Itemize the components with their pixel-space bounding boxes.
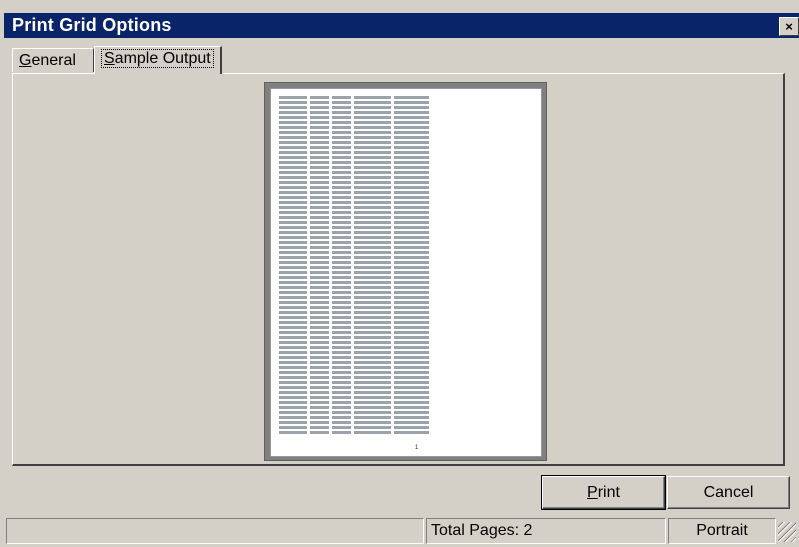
orientation-status: Portrait (668, 518, 776, 544)
preview-row-line (279, 191, 429, 194)
preview-row-line (279, 356, 429, 359)
preview-row-line (279, 416, 429, 419)
preview-row-line (279, 171, 429, 174)
preview-page-number: 1 (415, 445, 419, 451)
preview-row-line (279, 286, 429, 289)
tab-strip: General Sample Output (12, 46, 772, 74)
preview-row-line (279, 256, 429, 259)
preview-row-line (279, 301, 429, 304)
preview-row-line (279, 291, 429, 294)
resize-grip[interactable] (778, 522, 796, 542)
tab-general[interactable]: General (12, 48, 94, 72)
preview-row-line (279, 236, 429, 239)
preview-row-line (279, 281, 429, 284)
preview-row-line (279, 351, 429, 354)
preview-row-line (279, 386, 429, 389)
tab-sample-output[interactable]: Sample Output (94, 46, 222, 74)
title-bar: Print Grid Options × (4, 13, 799, 38)
preview-row-line (279, 126, 429, 129)
preview-row-line (279, 421, 429, 424)
preview-row-line (279, 141, 429, 144)
preview-row-line (279, 96, 429, 99)
sample-output-panel: 1 (12, 73, 785, 466)
preview-row-line (279, 431, 429, 434)
preview-row-line (279, 371, 429, 374)
cancel-button[interactable]: Cancel (667, 476, 790, 509)
preview-row-line (279, 326, 429, 329)
preview-row-line (279, 111, 429, 114)
preview-row-line (279, 101, 429, 104)
preview-row-line (279, 106, 429, 109)
preview-row-line (279, 176, 429, 179)
preview-row-line (279, 361, 429, 364)
preview-row-line (279, 376, 429, 379)
preview-row-line (279, 246, 429, 249)
preview-row-line (279, 131, 429, 134)
preview-row-line (279, 346, 429, 349)
preview-row-line (279, 306, 429, 309)
preview-row-line (279, 196, 429, 199)
close-button[interactable]: × (779, 17, 799, 36)
print-preview: 1 (264, 82, 547, 461)
preview-row-line (279, 251, 429, 254)
preview-row-line (279, 271, 429, 274)
preview-row-line (279, 341, 429, 344)
preview-row-line (279, 146, 429, 149)
preview-row-line (279, 401, 429, 404)
preview-row-line (279, 296, 429, 299)
preview-row-line (279, 161, 429, 164)
preview-row-line (279, 216, 429, 219)
preview-row-line (279, 231, 429, 234)
preview-row-line (279, 366, 429, 369)
preview-row-line (279, 331, 429, 334)
preview-page: 1 (270, 88, 542, 457)
preview-row-line (279, 406, 429, 409)
preview-grid-image (279, 96, 429, 436)
preview-row-line (279, 241, 429, 244)
preview-row-line (279, 116, 429, 119)
preview-row-line (279, 151, 429, 154)
status-panel-left (6, 518, 424, 544)
preview-row-line (279, 136, 429, 139)
preview-row-line (279, 261, 429, 264)
preview-row-line (279, 226, 429, 229)
preview-row-line (279, 211, 429, 214)
preview-row-line (279, 181, 429, 184)
preview-row-line (279, 156, 429, 159)
preview-row-line (279, 396, 429, 399)
total-pages-status: Total Pages: 2 (426, 518, 666, 544)
preview-row-line (279, 276, 429, 279)
preview-row-line (279, 321, 429, 324)
preview-row-line (279, 266, 429, 269)
preview-row-line (279, 166, 429, 169)
preview-row-line (279, 311, 429, 314)
preview-row-line (279, 381, 429, 384)
preview-row-line (279, 201, 429, 204)
print-grid-options-dialog: Print Grid Options × General Sample Outp… (0, 0, 799, 547)
preview-row-line (279, 411, 429, 414)
dialog-title: Print Grid Options (12, 15, 172, 35)
preview-row-line (279, 186, 429, 189)
preview-row-line (279, 121, 429, 124)
preview-row-line (279, 221, 429, 224)
preview-row-line (279, 336, 429, 339)
print-button[interactable]: Print (541, 475, 666, 510)
preview-row-line (279, 391, 429, 394)
preview-row-line (279, 426, 429, 429)
preview-row-line (279, 206, 429, 209)
preview-row-line (279, 316, 429, 319)
